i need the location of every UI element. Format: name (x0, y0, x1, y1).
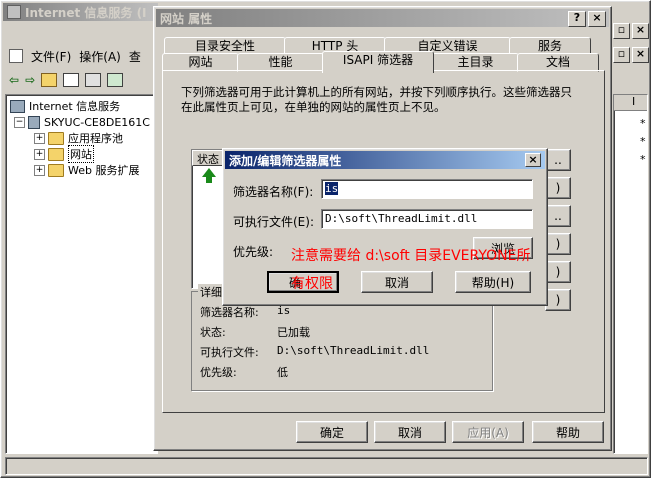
detail-priority-label: 优先级: (200, 366, 237, 379)
menu-action[interactable]: 操作(A) (79, 48, 121, 65)
expand-icon[interactable]: + (34, 132, 45, 144)
detail-status-label: 状态: (200, 326, 226, 339)
mmc-toolbar: ⇦ ⇨ (3, 69, 158, 91)
list-mark: * (640, 153, 646, 166)
server-icon (28, 115, 40, 129)
tree-label: Web 服务扩展 (68, 164, 140, 177)
filter-side-button-6[interactable]: ) (545, 289, 571, 311)
menu-view[interactable]: 查 (129, 48, 141, 65)
restore-icon[interactable]: ▫ (613, 47, 630, 63)
help-icon[interactable]: ? (568, 11, 586, 27)
mmc-title: Internet 信息服务 (I (25, 5, 147, 20)
list-mark: * (640, 117, 646, 130)
edit-filter-dialog: 添加/编辑筛选器属性 × 筛选器名称(F): is 可执行文件(E): D:\s… (222, 148, 548, 306)
tree-pane: Internet 信息服务 − SKYUC-CE8DE161C (本 + 应用程… (5, 94, 169, 454)
tab-isapi-filters[interactable]: ISAPI 筛选器 (322, 51, 434, 73)
expand-icon[interactable]: + (34, 164, 45, 176)
mmc-menubar: 文件(F) 操作(A) 查 (3, 46, 158, 66)
details-group: 详细 筛选器名称: is 状态: 已加载 可执行文件: D:\soft\Thre… (191, 284, 493, 391)
tree-item-iis[interactable]: Internet 信息服务 (10, 98, 120, 114)
tree-label: Internet 信息服务 (29, 100, 121, 113)
ok-button[interactable]: 确定 (296, 421, 368, 443)
up-folder-icon[interactable] (41, 73, 58, 87)
mmc-statusbar (5, 457, 648, 475)
restore-icon[interactable]: ▫ (613, 23, 630, 39)
help-button[interactable]: 帮助 (532, 421, 604, 443)
tree-label: 网站 (68, 145, 94, 163)
detail-status-value: 已加载 (277, 326, 310, 339)
folder-icon (48, 131, 64, 145)
mmc-titlebar: Internet 信息服务 (I (3, 3, 158, 21)
loaded-arrow-icon (202, 168, 216, 177)
isapi-description: 下列筛选器可用于此计算机上的所有网站，并按下列顺序执行。这些筛选器只在此属性页上… (181, 85, 572, 114)
refresh-icon[interactable] (107, 73, 124, 87)
mmc-doc-icon (9, 49, 23, 63)
edit-filter-title: 添加/编辑筛选器属性 (229, 153, 342, 168)
tree-item-app-pools[interactable]: + 应用程序池 (34, 130, 123, 146)
properties-icon[interactable] (85, 73, 102, 87)
menu-file[interactable]: 文件(F) (31, 48, 71, 65)
back-arrow-icon[interactable]: ⇦ (9, 73, 19, 87)
filter-name-input[interactable]: is (321, 179, 533, 199)
executable-input[interactable]: D:\soft\ThreadLimit.dll (321, 209, 533, 229)
close-icon[interactable]: × (525, 153, 541, 167)
detail-priority-value: 低 (277, 366, 288, 379)
close-icon[interactable]: × (632, 47, 649, 63)
expand-icon[interactable]: + (34, 148, 45, 160)
edit-filter-titlebar: 添加/编辑筛选器属性 × (225, 151, 545, 169)
properties-title-buttons: ? × (568, 11, 606, 27)
filter-side-button-1[interactable]: .. (545, 149, 571, 171)
properties-titlebar: 网站 属性 ? × (156, 9, 609, 27)
folder-icon (48, 163, 64, 177)
annotation-line-1: 注意需要给 d:\soft 目录EVERYONE所 (291, 248, 531, 264)
cancel-button[interactable]: 取消 (374, 421, 446, 443)
filter-name-label: 筛选器名称(F): (233, 185, 314, 199)
close-icon[interactable]: × (588, 11, 606, 27)
filter-name-value: is (325, 182, 339, 195)
filter-side-button-3[interactable]: .. (545, 205, 571, 227)
details-group-label: 详细 (198, 284, 224, 300)
annotation-line-2: 有权限 (291, 276, 333, 292)
edit-cancel-button[interactable]: 取消 (361, 271, 433, 293)
properties-title: 网站 属性 (160, 11, 213, 26)
detail-exe-value: D:\soft\ThreadLimit.dll (277, 344, 430, 357)
filter-side-button-4[interactable]: ) (545, 233, 571, 255)
collapse-icon[interactable]: − (14, 116, 25, 128)
close-icon[interactable]: × (632, 23, 649, 39)
show-tree-icon[interactable] (63, 73, 80, 87)
edit-help-button[interactable]: 帮助(H) (455, 271, 531, 293)
tree-label: 应用程序池 (68, 132, 123, 145)
priority-label: 优先级: (233, 245, 274, 259)
computer-icon (10, 99, 25, 113)
tree-item-web-service-ext[interactable]: + Web 服务扩展 (34, 162, 139, 178)
list-mark: * (640, 135, 646, 148)
loaded-arrow-stem (206, 177, 212, 183)
column-header: I (614, 95, 647, 111)
detail-exe-label: 可执行文件: (200, 346, 259, 359)
forward-arrow-icon[interactable]: ⇨ (25, 73, 35, 87)
mmc-right-edge-buttons: ▫ × (613, 23, 649, 43)
executable-label: 可执行文件(E): (233, 215, 314, 229)
detail-pane: I * * * (613, 94, 648, 454)
mmc-right-edge-buttons-2: ▫ × (613, 47, 649, 67)
filter-side-button-2[interactable]: ) (545, 177, 571, 199)
detail-name-label: 筛选器名称: (200, 306, 259, 319)
filter-side-button-5[interactable]: ) (545, 261, 571, 283)
tree-item-websites[interactable]: + 网站 (34, 145, 94, 163)
apply-button[interactable]: 应用(A) (452, 421, 524, 443)
mmc-app-icon (7, 5, 21, 19)
folder-icon (48, 147, 64, 161)
tree-label: SKYUC-CE8DE161C (本 (44, 116, 169, 129)
tree-item-server[interactable]: − SKYUC-CE8DE161C (本 (14, 114, 169, 130)
